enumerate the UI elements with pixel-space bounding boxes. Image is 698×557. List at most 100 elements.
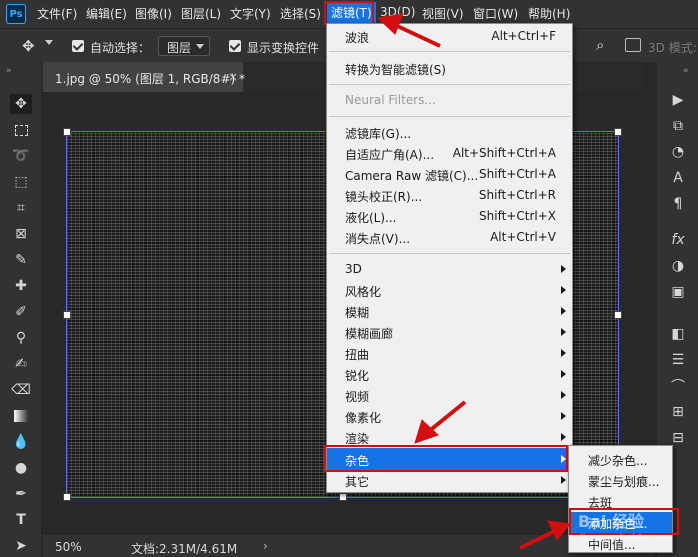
menu-3d[interactable]: 3D(D) [380, 5, 415, 19]
menu-item-reduce-noise[interactable]: 减少杂色... [569, 449, 672, 470]
menu-item-lens-correction[interactable]: 镜头校正(R)... Shift+Ctrl+R [327, 185, 572, 206]
status-bar: 50% 文档:2.31M/4.61M › [43, 534, 655, 557]
auto-select-checkbox[interactable] [72, 40, 84, 52]
menu-item-blur[interactable]: 模糊 [327, 301, 572, 322]
menu-separator [329, 116, 570, 117]
filter-menu-annotation-box [324, 1, 374, 25]
submenu-arrow-icon [561, 286, 566, 294]
path-selection-tool-icon[interactable]: ➤ [10, 536, 32, 556]
menu-item-liquify[interactable]: 液化(L)... Shift+Ctrl+X [327, 206, 572, 227]
crop-tool-icon[interactable]: ⌗ [10, 198, 32, 218]
menu-item-vanishing-point[interactable]: 消失点(V)... Alt+Ctrl+V [327, 227, 572, 248]
menu-help[interactable]: 帮助(H) [528, 5, 570, 22]
history-brush-tool-icon[interactable]: ✍ [10, 354, 32, 374]
collapse-panel-icon[interactable]: » [6, 66, 12, 76]
eraser-tool-icon[interactable]: ⌫ [10, 380, 32, 400]
noise-menu-annotation-box [324, 445, 568, 472]
object-selection-tool-icon[interactable]: ⬚ [10, 172, 32, 192]
properties-icon[interactable]: ☰ [667, 350, 689, 370]
blur-tool-icon[interactable]: 💧 [10, 432, 32, 452]
lasso-tool-icon[interactable]: ➰ [10, 146, 32, 166]
menu-item-video[interactable]: 视频 [327, 385, 572, 406]
menu-item-distort[interactable]: 扭曲 [327, 343, 572, 364]
history-icon[interactable]: ⧉ [667, 116, 689, 136]
menu-item-stylize[interactable]: 风格化 [327, 280, 572, 301]
menu-item-convert-smart-filter[interactable]: 转换为智能滤镜(S) [327, 58, 572, 79]
marquee-tool-icon[interactable] [10, 120, 32, 140]
menu-item-pixelate[interactable]: 像素化 [327, 406, 572, 427]
submenu-arrow-icon [561, 328, 566, 336]
transform-handle[interactable] [63, 311, 71, 319]
menu-edit[interactable]: 编辑(E) [86, 5, 127, 22]
show-transform-label: 显示变换控件 [247, 41, 320, 55]
auto-select-dropdown[interactable]: 图层 [158, 36, 210, 56]
submenu-arrow-icon [561, 391, 566, 399]
transform-handle[interactable] [614, 311, 622, 319]
move-tool-icon[interactable]: ✥ [10, 94, 32, 114]
brush-tool-icon[interactable]: ✐ [10, 302, 32, 322]
menu-file[interactable]: 文件(F) [37, 5, 77, 22]
submenu-arrow-icon [561, 412, 566, 420]
styles-fx-icon[interactable]: fx [667, 230, 689, 250]
submenu-arrow-icon [561, 476, 566, 484]
submenu-arrow-icon [561, 307, 566, 315]
healing-brush-tool-icon[interactable]: ✚ [10, 276, 32, 296]
transform-handle[interactable] [339, 493, 347, 501]
tool-preset-chevron-icon[interactable] [45, 40, 53, 45]
paths-icon[interactable]: ⌒ [667, 376, 689, 396]
gradient-tool-icon[interactable] [10, 406, 32, 426]
menu-separator [329, 84, 570, 85]
type-tool-icon[interactable]: T [10, 510, 32, 530]
clone-stamp-tool-icon[interactable]: ⚲ [10, 328, 32, 348]
filter-menu: 波浪 Alt+Ctrl+F 转换为智能滤镜(S) Neural Filters.… [326, 23, 573, 493]
eyedropper-tool-icon[interactable]: ✎ [10, 250, 32, 270]
collapse-panel-icon[interactable]: « [683, 66, 689, 76]
channels-icon[interactable]: ⊞ [667, 402, 689, 422]
status-menu-arrow-icon[interactable]: › [263, 539, 268, 553]
transform-handle[interactable] [63, 493, 71, 501]
menu-item-camera-raw[interactable]: Camera Raw 滤镜(C)... Shift+Ctrl+A [327, 164, 572, 185]
auto-select-value: 图层 [167, 41, 192, 55]
menu-image[interactable]: 图像(I) [135, 5, 172, 22]
menu-layer[interactable]: 图层(L) [181, 5, 221, 22]
zoom-level[interactable]: 50% [55, 540, 82, 554]
show-transform-checkbox[interactable] [229, 40, 241, 52]
workspace-icon[interactable] [625, 38, 641, 52]
photoshop-logo-icon: Ps [6, 4, 26, 24]
transform-handle[interactable] [614, 128, 622, 136]
document-tab[interactable]: 1.jpg @ 50% (图层 1, RGB/8#) * × [43, 62, 245, 92]
move-tool-icon: ✥ [22, 37, 35, 55]
menu-window[interactable]: 窗口(W) [473, 5, 518, 22]
dodge-tool-icon[interactable]: ● [10, 458, 32, 478]
menu-separator [329, 51, 570, 52]
menu-item-filter-gallery[interactable]: 滤镜库(G)... [327, 122, 572, 143]
tools-panel: » ✥ ➰ ⬚ ⌗ ⊠ ✎ ✚ ✐ ⚲ ✍ ⌫ 💧 ● ✒ T ➤ [0, 62, 42, 557]
menu-type[interactable]: 文字(Y) [230, 5, 271, 22]
transform-handle[interactable] [63, 128, 71, 136]
adjustments-icon[interactable]: ◑ [667, 256, 689, 276]
menu-separator [329, 253, 570, 254]
pen-tool-icon[interactable]: ✒ [10, 484, 32, 504]
layers-icon[interactable]: ◧ [667, 324, 689, 344]
menu-select[interactable]: 选择(S) [280, 5, 321, 22]
menu-view[interactable]: 视图(V) [422, 5, 464, 22]
play-icon[interactable]: ▶ [667, 90, 689, 110]
menu-item-other[interactable]: 其它 [327, 470, 572, 491]
brush-settings-icon[interactable]: ◔ [667, 142, 689, 162]
menu-item-wave[interactable]: 波浪 Alt+Ctrl+F [327, 26, 572, 47]
submenu-arrow-icon [561, 349, 566, 357]
menu-item-dust-scratches[interactable]: 蒙尘与划痕... [569, 470, 672, 491]
menu-item-sharpen[interactable]: 锐化 [327, 364, 572, 385]
menu-item-3d[interactable]: 3D [327, 259, 572, 280]
character-icon[interactable]: A [667, 168, 689, 188]
libraries-icon[interactable]: ▣ [667, 282, 689, 302]
menu-item-neural-filters: Neural Filters... [345, 93, 436, 107]
menu-item-adaptive-wide-angle[interactable]: 自适应广角(A)... Alt+Shift+Ctrl+A [327, 143, 572, 164]
close-icon[interactable]: × [228, 70, 238, 84]
frame-tool-icon[interactable]: ⊠ [10, 224, 32, 244]
search-icon[interactable]: ⌕ [596, 36, 604, 54]
3d-mode-label: 3D 模式: [648, 41, 697, 55]
menu-item-blur-gallery[interactable]: 模糊画廊 [327, 322, 572, 343]
paragraph-icon[interactable]: ¶ [667, 194, 689, 214]
baidu-watermark-url: jingyan.baidu.com [580, 533, 673, 544]
